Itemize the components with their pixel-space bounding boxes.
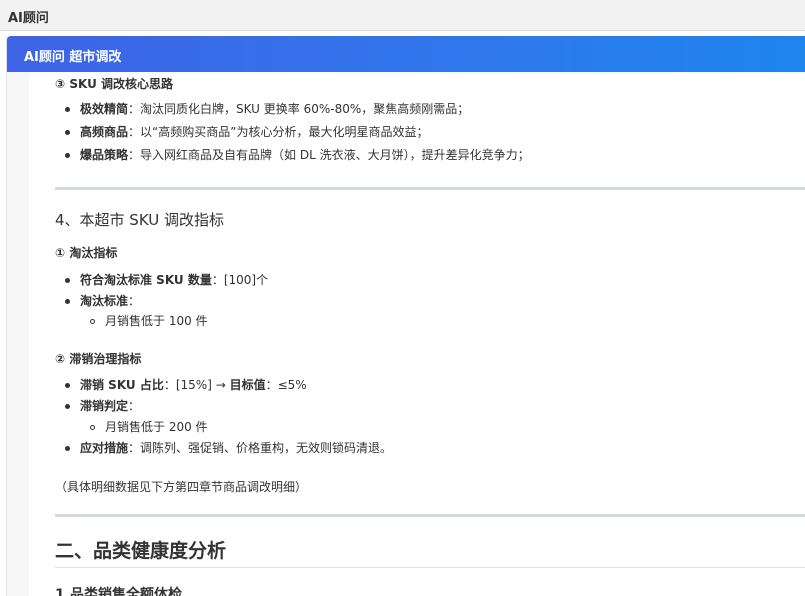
bullet-icon	[65, 107, 70, 112]
item-text: ：导入网红商品及自有品牌（如 DL 洗衣液、大月饼），提升差异化竞争力；	[128, 148, 530, 162]
item-label: 滞销判定	[80, 399, 129, 413]
bullet-icon	[65, 404, 70, 409]
divider	[55, 514, 805, 517]
bullet-icon	[65, 383, 70, 388]
item-text: ：[100]个	[211, 273, 269, 287]
sub2-heading: ② 滞销治理指标	[55, 352, 142, 366]
item-label: 极效精简	[80, 102, 129, 116]
circle-bullet-icon	[90, 319, 95, 324]
item-label: 高频商品	[80, 125, 129, 139]
item-text: ：淘汰同质化白牌，SKU 更换率 60%-80%，聚焦高频刚需品；	[128, 102, 470, 116]
sub-item-text: 月销售低于 200 件	[105, 420, 208, 434]
item-label: 淘汰标准	[80, 294, 129, 308]
circle-bullet-icon	[90, 425, 95, 430]
app-title: AI顾问	[8, 11, 49, 26]
sub1-heading: ① 淘汰指标	[55, 246, 118, 260]
item-text: ：调陈列、强促销、价格重构，无效则锁码清退。	[128, 441, 393, 455]
note-text: （具体明细数据见下方第四章节商品调改明细）	[55, 480, 308, 494]
bullet-icon	[65, 299, 70, 304]
item-text2: ：≤5%	[265, 378, 307, 392]
window-titlebar: AI顾问	[0, 0, 805, 31]
section4-heading: 4、本超市 SKU 调改指标	[55, 211, 225, 229]
subsection-heading: 1.品类销售全额体检	[55, 587, 183, 596]
item-text: ：	[128, 294, 141, 308]
item-label: 应对措施	[80, 441, 129, 455]
panel-header: AI顾问 超市调改	[7, 36, 805, 72]
bullet-icon	[65, 153, 70, 158]
section3-heading: ③ SKU 调改核心思路	[55, 77, 173, 91]
message-content[interactable]: ③ SKU 调改核心思路 极效精简：淘汰同质化白牌，SKU 更换率 60%-80…	[29, 72, 805, 596]
bullet-icon	[65, 130, 70, 135]
item-label: 爆品策略	[80, 148, 129, 162]
item-text: ：以“高频购买商品”为核心分析，最大化明星商品效益；	[128, 125, 429, 139]
item-label2: 目标值	[229, 378, 266, 392]
item-label: 滞销 SKU 占比	[80, 378, 164, 392]
panel-title: AI顾问 超市调改	[24, 50, 122, 65]
bullet-icon	[65, 278, 70, 283]
heading-underline	[55, 567, 805, 568]
item-text: ：	[128, 399, 141, 413]
item-text: ：[15%] →	[163, 378, 230, 392]
sub-item-text: 月销售低于 100 件	[105, 314, 208, 328]
section-two-heading: 二、品类健康度分析	[55, 540, 227, 562]
divider	[55, 187, 805, 190]
chat-panel: AI顾问 超市调改 ③ SKU 调改核心思路 极效精简：淘汰同质化白牌，SKU …	[6, 36, 805, 596]
bullet-icon	[65, 446, 70, 451]
item-label: 符合淘汰标准 SKU 数量	[80, 273, 212, 287]
